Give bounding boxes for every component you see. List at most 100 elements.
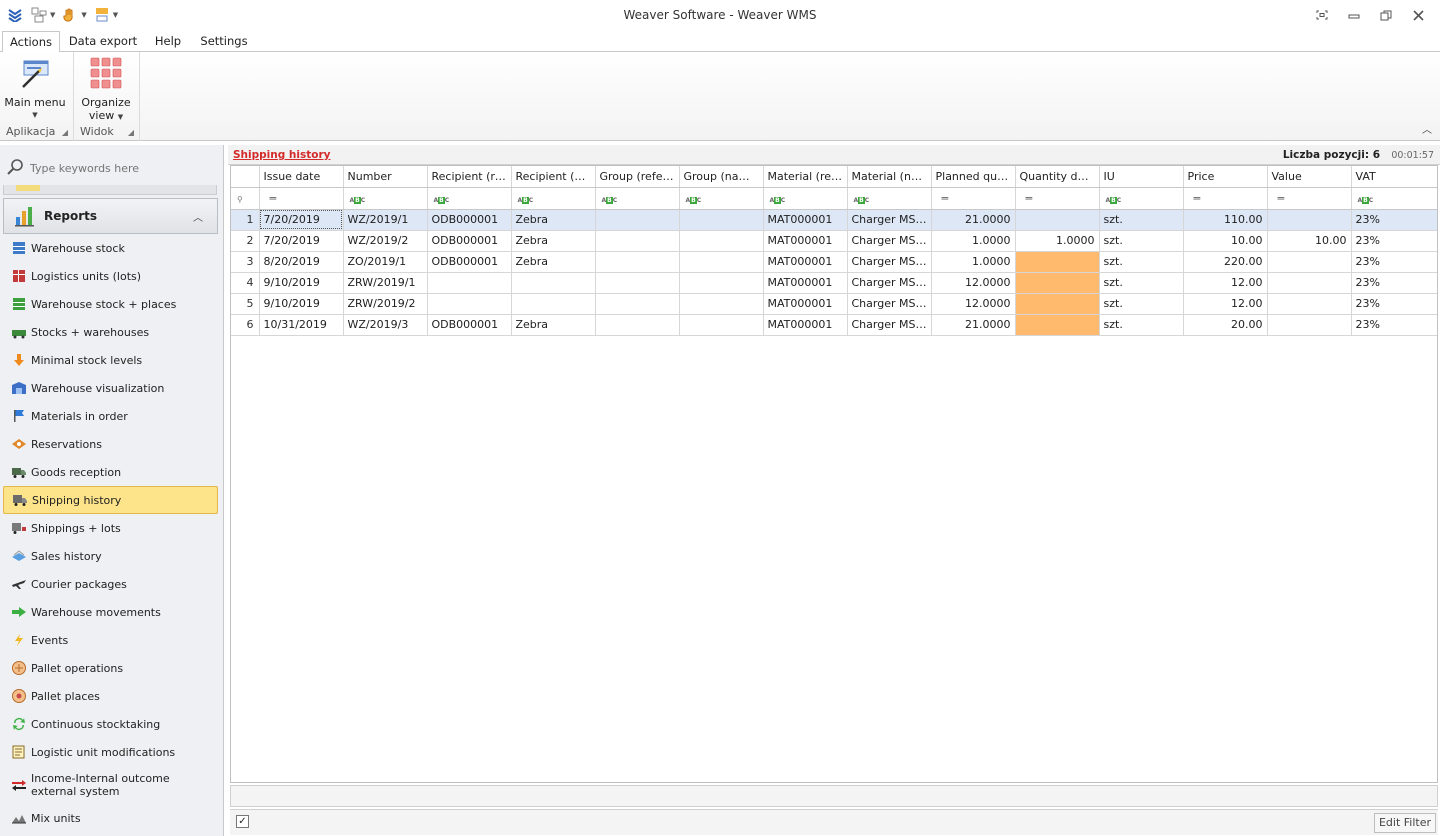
table-cell[interactable] bbox=[511, 293, 596, 315]
table-cell[interactable]: szt. bbox=[1099, 272, 1184, 294]
table-cell[interactable] bbox=[1015, 251, 1100, 273]
filter-cell[interactable]: ═ bbox=[1267, 187, 1352, 210]
table-cell[interactable] bbox=[1267, 272, 1352, 294]
table-cell[interactable] bbox=[427, 293, 512, 315]
table-cell[interactable]: ZRW/2019/2 bbox=[343, 293, 428, 315]
layout-dropdown-button[interactable]: ▼ bbox=[30, 5, 55, 25]
table-row[interactable]: 2 7/20/2019 WZ/2019/2 ODB000001 Zebra MAT0000… bbox=[231, 230, 1437, 252]
table-cell[interactable]: ODB000001 bbox=[427, 230, 512, 252]
table-cell[interactable] bbox=[595, 230, 680, 252]
table-cell[interactable] bbox=[1015, 209, 1100, 231]
filter-cell[interactable]: ═ bbox=[1183, 187, 1268, 210]
minimize-button[interactable] bbox=[1338, 4, 1370, 26]
table-cell[interactable]: szt. bbox=[1099, 230, 1184, 252]
table-cell[interactable]: MAT000001 bbox=[763, 272, 848, 294]
tab-settings[interactable]: Settings bbox=[196, 31, 252, 53]
filter-cell[interactable]: ABC bbox=[1099, 187, 1184, 210]
column-header[interactable]: Planned quan... bbox=[931, 166, 1016, 188]
sidebar-item-materials-in-order[interactable]: Materials in order bbox=[3, 402, 218, 430]
table-cell[interactable]: Zebra bbox=[511, 251, 596, 273]
table-row[interactable]: 1 7/20/2019 WZ/2019/1 ODB000001 Zebra MAT0000… bbox=[231, 209, 1437, 231]
sidebar-item-reservations[interactable]: Reservations bbox=[3, 430, 218, 458]
sidebar-item-warehouse-movements[interactable]: Warehouse movements bbox=[3, 598, 218, 626]
sidebar-item-shippings-lots[interactable]: Shippings + lots bbox=[3, 514, 218, 542]
table-cell[interactable] bbox=[595, 293, 680, 315]
table-cell[interactable]: szt. bbox=[1099, 251, 1184, 273]
filter-enabled-checkbox[interactable]: ✓ bbox=[236, 815, 249, 828]
table-cell[interactable]: WZ/2019/1 bbox=[343, 209, 428, 231]
filter-cell[interactable]: ABC bbox=[679, 187, 764, 210]
table-cell[interactable] bbox=[679, 314, 764, 336]
edit-filter-button[interactable]: Edit Filter bbox=[1373, 813, 1436, 833]
table-cell[interactable]: 21.0000 bbox=[931, 209, 1016, 231]
table-cell[interactable] bbox=[595, 314, 680, 336]
dialog-launcher-icon[interactable]: ◢ bbox=[128, 128, 134, 137]
column-header[interactable]: Value bbox=[1267, 166, 1352, 188]
table-cell[interactable] bbox=[1015, 314, 1100, 336]
table-cell[interactable]: 1.0000 bbox=[931, 251, 1016, 273]
table-cell[interactable]: Charger MS221 bbox=[847, 230, 932, 252]
organize-view-button[interactable]: Organize view ▼ bbox=[74, 56, 138, 124]
sidebar-item-mix-units[interactable]: Mix units bbox=[3, 804, 218, 832]
table-cell[interactable]: ODB000001 bbox=[427, 314, 512, 336]
table-cell[interactable]: 23% bbox=[1351, 314, 1437, 336]
table-cell[interactable]: Zebra bbox=[511, 209, 596, 231]
filter-cell[interactable]: ABC bbox=[1351, 187, 1437, 210]
sidebar-item-stocks-warehouses[interactable]: Stocks + warehouses bbox=[3, 318, 218, 346]
table-cell[interactable]: 23% bbox=[1351, 209, 1437, 231]
sidebar-item-shipping-history[interactable]: Shipping history bbox=[3, 486, 218, 514]
collapsed-group-stub[interactable] bbox=[3, 185, 217, 195]
table-cell[interactable]: 9/10/2019 bbox=[259, 272, 344, 294]
filter-cell[interactable]: ABC bbox=[343, 187, 428, 210]
table-cell[interactable]: 12.00 bbox=[1183, 293, 1268, 315]
panel-title[interactable]: Shipping history bbox=[233, 149, 331, 161]
restore-button[interactable] bbox=[1370, 4, 1402, 26]
table-cell[interactable] bbox=[595, 272, 680, 294]
main-menu-button[interactable]: Main menu ▼ bbox=[3, 56, 67, 122]
table-cell[interactable]: 10/31/2019 bbox=[259, 314, 344, 336]
column-header[interactable]: Quantity deliv... bbox=[1015, 166, 1100, 188]
table-cell[interactable]: 1.0000 bbox=[931, 230, 1016, 252]
table-cell[interactable]: Charger MS221 bbox=[847, 293, 932, 315]
table-row[interactable]: 5 9/10/2019 ZRW/2019/2 MAT000001 Charger MS2… bbox=[231, 293, 1437, 315]
filter-cell[interactable]: ABC bbox=[847, 187, 932, 210]
table-cell[interactable] bbox=[679, 230, 764, 252]
search-input[interactable] bbox=[30, 161, 210, 175]
table-cell[interactable]: 20.00 bbox=[1183, 314, 1268, 336]
table-cell[interactable]: 23% bbox=[1351, 251, 1437, 273]
column-header[interactable]: IU bbox=[1099, 166, 1184, 188]
table-cell[interactable]: 10.00 bbox=[1267, 230, 1352, 252]
column-header[interactable]: Number bbox=[343, 166, 428, 188]
table-row[interactable]: 6 10/31/2019 WZ/2019/3 ODB000001 Zebra MAT000… bbox=[231, 314, 1437, 336]
column-header[interactable]: VAT bbox=[1351, 166, 1437, 188]
column-header[interactable]: Material (refe... bbox=[763, 166, 848, 188]
table-cell[interactable] bbox=[1267, 209, 1352, 231]
close-button[interactable] bbox=[1402, 4, 1434, 26]
reports-group-header[interactable]: Reports ︿ bbox=[3, 198, 218, 234]
tab-actions[interactable]: Actions bbox=[2, 31, 60, 53]
table-cell[interactable]: MAT000001 bbox=[763, 314, 848, 336]
table-cell[interactable]: 23% bbox=[1351, 272, 1437, 294]
table-cell[interactable]: 7/20/2019 bbox=[259, 209, 344, 231]
sidebar-item-goods-reception[interactable]: Goods reception bbox=[3, 458, 218, 486]
table-row[interactable]: 3 8/20/2019 ZO/2019/1 ODB000001 Zebra MAT0000… bbox=[231, 251, 1437, 273]
column-header[interactable]: Issue date bbox=[259, 166, 344, 188]
table-cell[interactable]: 12.0000 bbox=[931, 272, 1016, 294]
table-cell[interactable]: 8/20/2019 bbox=[259, 251, 344, 273]
table-cell[interactable] bbox=[1015, 293, 1100, 315]
table-cell[interactable]: 220.00 bbox=[1183, 251, 1268, 273]
sidebar-item-pallet-places[interactable]: Pallet places bbox=[3, 682, 218, 710]
table-cell[interactable] bbox=[511, 272, 596, 294]
filter-cell[interactable]: ABC bbox=[595, 187, 680, 210]
table-cell[interactable]: Charger MS221 bbox=[847, 314, 932, 336]
table-cell[interactable] bbox=[1267, 293, 1352, 315]
app-menu-button[interactable] bbox=[6, 5, 24, 25]
table-cell[interactable] bbox=[1015, 272, 1100, 294]
filter-cell[interactable]: ═ bbox=[1015, 187, 1100, 210]
sidebar-item-warehouse-visualization[interactable]: Warehouse visualization bbox=[3, 374, 218, 402]
sidebar-item-continuous-stocktaking[interactable]: Continuous stocktaking bbox=[3, 710, 218, 738]
table-cell[interactable]: Zebra bbox=[511, 230, 596, 252]
column-header[interactable]: Recipient (ref... bbox=[427, 166, 512, 188]
table-cell[interactable]: WZ/2019/2 bbox=[343, 230, 428, 252]
table-cell[interactable]: 23% bbox=[1351, 230, 1437, 252]
